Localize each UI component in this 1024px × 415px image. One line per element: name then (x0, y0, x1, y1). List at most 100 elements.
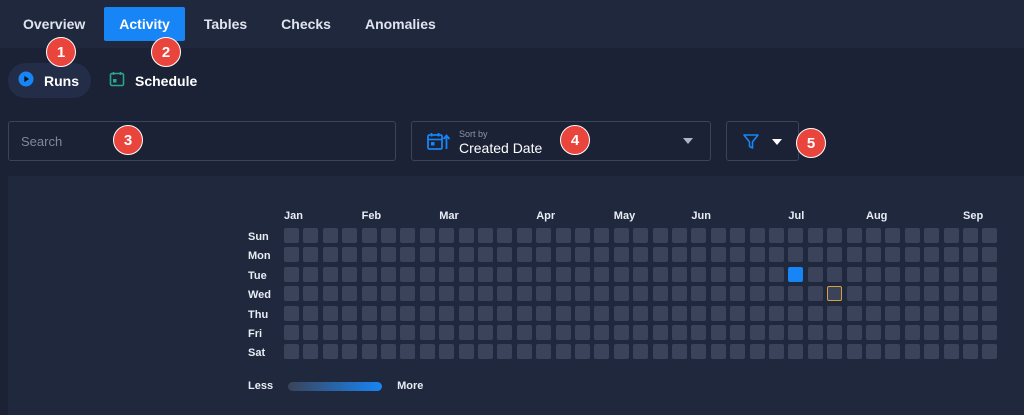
heatmap-cell[interactable] (400, 344, 416, 360)
heatmap-cell[interactable] (652, 325, 668, 340)
heatmap-cell[interactable] (827, 228, 843, 243)
heatmap-cell[interactable] (575, 325, 590, 340)
heatmap-cell[interactable] (885, 266, 901, 282)
heatmap-cell[interactable] (633, 266, 649, 282)
heatmap-cell[interactable] (963, 247, 978, 263)
heatmap-cell[interactable] (478, 344, 493, 360)
heatmap-cell[interactable] (982, 286, 998, 302)
heatmap-cell[interactable] (672, 228, 687, 243)
heatmap-cell[interactable] (769, 247, 784, 263)
heatmap-cell[interactable] (904, 286, 920, 302)
heatmap-cell[interactable] (381, 266, 396, 282)
tab-checks[interactable]: Checks (266, 7, 346, 41)
heatmap-cell[interactable] (963, 305, 978, 321)
heatmap-cell[interactable] (885, 305, 901, 321)
heatmap-cell[interactable] (303, 266, 319, 282)
heatmap-cell[interactable] (439, 286, 455, 302)
heatmap-cell[interactable] (400, 228, 416, 243)
heatmap-cell[interactable] (613, 247, 629, 263)
heatmap-cell[interactable] (982, 247, 998, 263)
heatmap-cell[interactable] (478, 325, 493, 340)
heatmap-cell[interactable] (904, 305, 920, 321)
search-input[interactable]: Search (8, 121, 396, 161)
heatmap-cell[interactable] (575, 344, 590, 360)
heatmap-cell[interactable] (846, 228, 862, 243)
heatmap-cell[interactable] (633, 325, 649, 340)
heatmap-cell[interactable] (943, 228, 959, 243)
heatmap-cell[interactable] (866, 305, 881, 321)
heatmap-cell[interactable] (342, 286, 358, 302)
heatmap-cell[interactable] (963, 228, 978, 243)
heatmap-cell[interactable] (769, 228, 784, 243)
heatmap-cell[interactable] (516, 247, 532, 263)
heatmap-cell[interactable] (633, 344, 649, 360)
heatmap-cell[interactable] (516, 266, 532, 282)
heatmap-cell[interactable] (439, 344, 455, 360)
heatmap-cell[interactable] (943, 286, 959, 302)
heatmap-cell[interactable] (284, 325, 299, 340)
heatmap-cell[interactable] (672, 247, 687, 263)
heatmap-cell-active[interactable] (788, 266, 804, 282)
heatmap-cell[interactable] (516, 305, 532, 321)
heatmap-cell[interactable] (575, 305, 590, 321)
heatmap-cell[interactable] (575, 247, 590, 263)
heatmap-cell[interactable] (943, 266, 959, 282)
heatmap-cell[interactable] (866, 344, 881, 360)
schedule-tab[interactable]: Schedule (99, 63, 209, 98)
heatmap-cell[interactable] (691, 247, 707, 263)
heatmap-cell[interactable] (691, 305, 707, 321)
heatmap-cell[interactable] (342, 247, 358, 263)
heatmap-cell[interactable] (827, 247, 843, 263)
heatmap-cell[interactable] (749, 305, 765, 321)
heatmap-cell[interactable] (536, 325, 552, 340)
heatmap-cell[interactable] (594, 286, 610, 302)
heatmap-cell[interactable] (613, 344, 629, 360)
heatmap-cell[interactable] (284, 266, 299, 282)
heatmap-cell[interactable] (672, 325, 687, 340)
heatmap-cell[interactable] (749, 344, 765, 360)
heatmap-cell[interactable] (516, 228, 532, 243)
heatmap-cell[interactable] (769, 325, 784, 340)
heatmap-cell[interactable] (284, 247, 299, 263)
heatmap-cell[interactable] (846, 344, 862, 360)
heatmap-cell[interactable] (555, 247, 571, 263)
heatmap-cell[interactable] (439, 325, 455, 340)
heatmap-cell[interactable] (691, 344, 707, 360)
heatmap-cell[interactable] (439, 305, 455, 321)
heatmap-cell[interactable] (807, 325, 823, 340)
heatmap-cell[interactable] (866, 266, 881, 282)
heatmap-cell[interactable] (478, 266, 493, 282)
heatmap-cell[interactable] (846, 325, 862, 340)
heatmap-cell[interactable] (419, 344, 435, 360)
heatmap-cell[interactable] (885, 228, 901, 243)
heatmap-cell[interactable] (924, 286, 940, 302)
heatmap-cell[interactable] (866, 325, 881, 340)
heatmap-cell[interactable] (749, 286, 765, 302)
heatmap-cell[interactable] (788, 286, 804, 302)
heatmap-cell[interactable] (769, 266, 784, 282)
heatmap-cell[interactable] (361, 228, 377, 243)
heatmap-cell[interactable] (827, 344, 843, 360)
heatmap-cell[interactable] (924, 305, 940, 321)
heatmap-cell[interactable] (633, 228, 649, 243)
heatmap-cell[interactable] (342, 344, 358, 360)
tab-tables[interactable]: Tables (189, 7, 262, 41)
heatmap-cell[interactable] (885, 286, 901, 302)
heatmap-cell[interactable] (904, 325, 920, 340)
heatmap-cell[interactable] (342, 305, 358, 321)
heatmap-cell[interactable] (419, 286, 435, 302)
heatmap-cell[interactable] (497, 228, 513, 243)
heatmap-cell[interactable] (652, 344, 668, 360)
heatmap-cell[interactable] (284, 305, 299, 321)
heatmap-cell[interactable] (613, 325, 629, 340)
heatmap-cell[interactable] (827, 305, 843, 321)
tab-anomalies[interactable]: Anomalies (350, 7, 451, 41)
heatmap-cell[interactable] (536, 228, 552, 243)
heatmap-cell[interactable] (691, 228, 707, 243)
heatmap-cell[interactable] (982, 325, 998, 340)
heatmap-cell[interactable] (478, 286, 493, 302)
heatmap-cell[interactable] (303, 247, 319, 263)
heatmap-cell[interactable] (885, 325, 901, 340)
heatmap-cell[interactable] (904, 344, 920, 360)
heatmap-cell[interactable] (982, 305, 998, 321)
